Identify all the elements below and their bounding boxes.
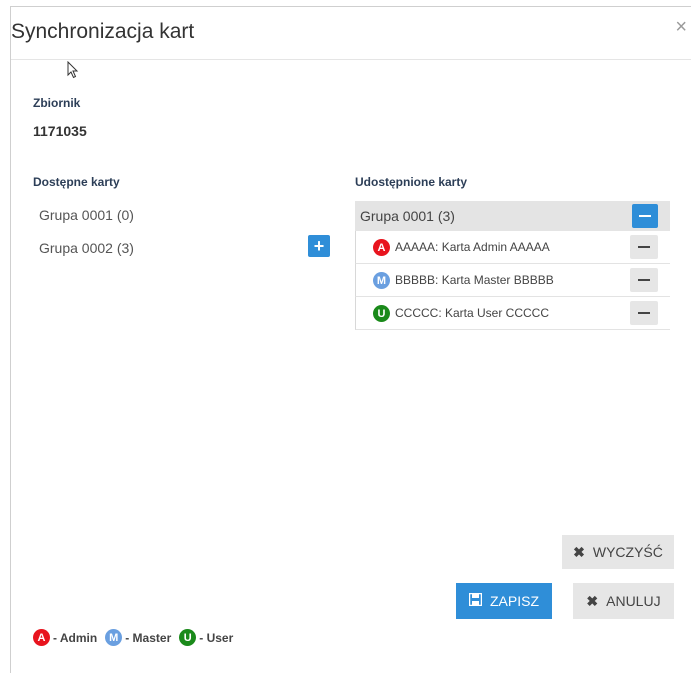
master-badge-icon: M xyxy=(373,272,390,289)
legend-label: - Master xyxy=(125,630,172,645)
card-label: CCCCC: Karta User CCCCC xyxy=(395,306,550,320)
save-button[interactable]: ZAPISZ xyxy=(456,583,552,619)
floppy-disk-icon xyxy=(468,592,483,609)
cancel-label: ANULUJ xyxy=(606,593,661,609)
add-group-button[interactable]: + xyxy=(308,235,330,257)
clear-label: WYCZYŚĆ xyxy=(592,544,663,560)
clear-button[interactable]: ✖ WYCZYŚĆ xyxy=(562,535,674,569)
available-group-item[interactable]: Grupa 0001 (0) xyxy=(39,207,134,223)
admin-badge-icon: A xyxy=(373,239,390,256)
cancel-button[interactable]: ✖ ANULUJ xyxy=(573,583,674,619)
shared-cards-panel: Grupa 0001 (3) A AAAAA: Karta Admin AAAA… xyxy=(355,201,670,330)
card-label: AAAAA: Karta Admin AAAAA xyxy=(395,240,550,254)
legend-label: - Admin xyxy=(53,630,98,645)
card-row: M BBBBB: Karta Master BBBBB xyxy=(355,264,670,297)
mouse-cursor-icon xyxy=(67,61,79,79)
user-badge-icon: U xyxy=(179,629,197,646)
role-legend: A - Admin M - Master U - User xyxy=(33,629,241,646)
close-icon[interactable]: × xyxy=(675,17,687,37)
available-group-item[interactable]: Grupa 0002 (3) xyxy=(39,240,134,256)
save-label: ZAPISZ xyxy=(489,593,539,609)
dialog-title: Synchronizacja kart xyxy=(11,20,195,43)
tank-label: Zbiornik xyxy=(33,96,81,110)
admin-badge-icon: A xyxy=(33,629,50,646)
remove-card-button[interactable] xyxy=(630,301,658,325)
remove-card-button[interactable] xyxy=(630,268,658,292)
dialog-header: Synchronizacja kart × xyxy=(11,7,691,60)
shared-group-label: Grupa 0001 (3) xyxy=(360,208,455,224)
master-badge-icon: M xyxy=(105,629,123,646)
card-row: U CCCCC: Karta User CCCCC xyxy=(355,297,670,330)
legend-label: - User xyxy=(199,630,234,645)
remove-card-button[interactable] xyxy=(630,235,658,259)
card-row: A AAAAA: Karta Admin AAAAA xyxy=(355,231,670,264)
available-cards-label: Dostępne karty xyxy=(33,175,120,189)
user-badge-icon: U xyxy=(373,305,390,322)
x-icon: ✖ xyxy=(573,543,585,560)
remove-group-button[interactable] xyxy=(632,204,658,228)
card-label: BBBBB: Karta Master BBBBB xyxy=(395,273,554,287)
shared-cards-label: Udostępnione karty xyxy=(355,175,468,189)
tank-value: 1171035 xyxy=(33,123,87,139)
sync-cards-dialog: Synchronizacja kart × Zbiornik 1171035 D… xyxy=(10,6,691,673)
x-icon: ✖ xyxy=(586,592,599,609)
shared-group-header: Grupa 0001 (3) xyxy=(355,201,670,231)
